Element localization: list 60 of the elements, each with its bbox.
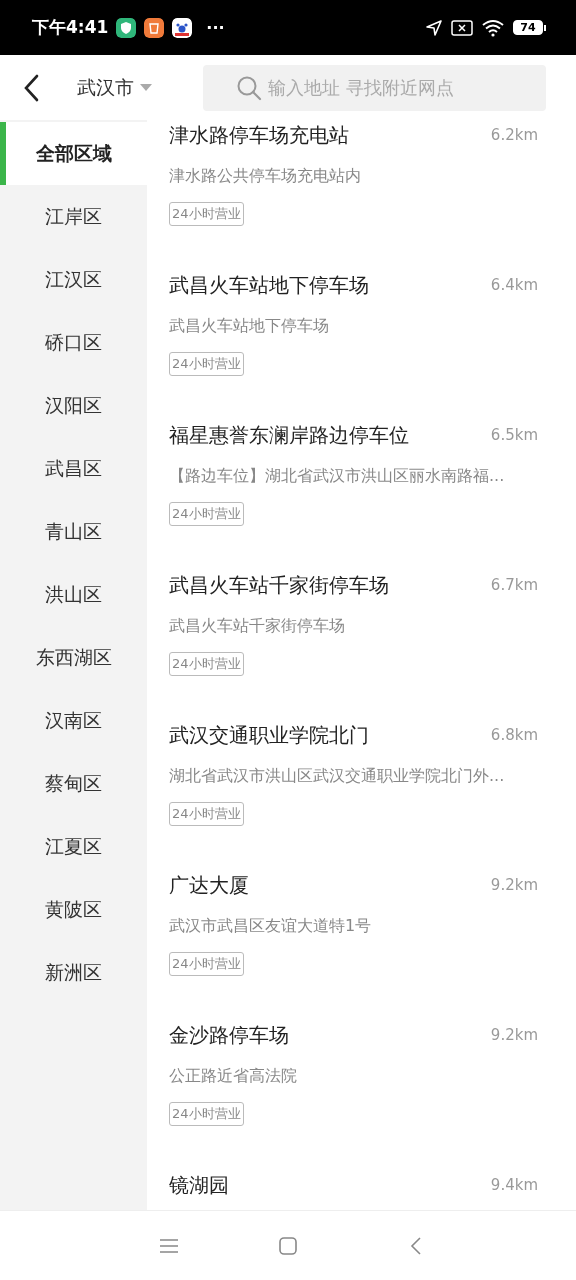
station-address: 津水路公共停车场充电站内: [169, 165, 362, 187]
station-address: 湖北省武汉市洪山区武汉交通职业学院北门外...: [169, 765, 506, 787]
status-time: 下午4:41: [32, 16, 109, 39]
station-name[interactable]: 武昌火车站千家街停车场: [169, 571, 389, 599]
station-address: 武昌火车站地下停车场: [169, 315, 330, 337]
district-tab[interactable]: 汉南区: [0, 689, 147, 752]
district-tab[interactable]: 硚口区: [0, 311, 147, 374]
station-distance: 6.4km: [490, 276, 538, 294]
hours-tag: 24小时营业: [169, 1102, 244, 1126]
district-tab[interactable]: 洪山区: [0, 563, 147, 626]
more-notifications: ···: [206, 18, 225, 37]
district-tab[interactable]: 汉阳区: [0, 374, 147, 437]
caret-icon[interactable]: [140, 84, 152, 91]
station-address: 公正路近省高法院: [169, 1065, 298, 1087]
district-tab[interactable]: 江岸区: [0, 185, 147, 248]
back-nav-icon[interactable]: [410, 1237, 422, 1255]
station-address: 武汉市武昌区友谊大道特1号: [169, 915, 373, 937]
district-tab[interactable]: 青山区: [0, 500, 147, 563]
hours-tag: 24小时营业: [169, 952, 244, 976]
station-distance: 9.2km: [490, 876, 538, 894]
station-address: 【路边车位】湖北省武汉市洪山区丽水南路福...: [169, 465, 506, 487]
home-icon[interactable]: [279, 1237, 297, 1255]
district-tab[interactable]: 武昌区: [0, 437, 147, 500]
hours-tag: 24小时营业: [169, 802, 244, 826]
search-icon: [236, 74, 262, 101]
search-field[interactable]: 输入地址 寻找附近网点: [203, 64, 546, 111]
hours-tag: 24小时营业: [169, 202, 244, 226]
battery-indicator: 74: [513, 20, 546, 35]
district-tab[interactable]: 东西湖区: [0, 626, 147, 689]
menu-icon[interactable]: [160, 1238, 178, 1254]
station-name[interactable]: 广达大厦: [169, 871, 249, 899]
district-tab[interactable]: 黄陂区: [0, 878, 147, 941]
station-name[interactable]: 武昌火车站地下停车场: [169, 271, 369, 299]
station-name[interactable]: 镜湖园: [169, 1171, 229, 1199]
district-tab[interactable]: 江汉区: [0, 248, 147, 311]
no-sim-icon: [451, 19, 473, 36]
district-tab[interactable]: 全部区域: [0, 122, 147, 185]
wifi-icon: [481, 18, 505, 37]
hours-tag: 24小时营业: [169, 352, 244, 376]
location-icon: [425, 18, 443, 37]
paw-app-icon: [172, 17, 193, 38]
district-tab[interactable]: 新洲区: [0, 941, 147, 1004]
station-distance: 6.8km: [490, 726, 538, 744]
station-name[interactable]: 武汉交通职业学院北门: [169, 721, 369, 749]
station-name[interactable]: 津水路停车场充电站: [169, 121, 349, 149]
shopping-app-icon: [144, 17, 165, 38]
station-distance: 6.2km: [490, 126, 538, 144]
station-address: 武昌火车站千家街停车场: [169, 615, 346, 637]
station-distance: 6.5km: [490, 426, 538, 444]
hours-tag: 24小时营业: [169, 502, 244, 526]
district-tab[interactable]: 江夏区: [0, 815, 147, 878]
station-distance: 6.7km: [490, 576, 538, 594]
hours-tag: 24小时营业: [169, 652, 244, 676]
shield-app-icon: [116, 17, 137, 38]
district-tab[interactable]: 蔡甸区: [0, 752, 147, 815]
station-distance: 9.4km: [490, 1176, 538, 1194]
city-selector[interactable]: 武汉市: [77, 74, 134, 101]
station-name[interactable]: 金沙路停车场: [169, 1021, 289, 1049]
station-name[interactable]: 福星惠誉东澜岸路边停车位: [169, 421, 409, 449]
station-distance: 9.2km: [490, 1026, 538, 1044]
